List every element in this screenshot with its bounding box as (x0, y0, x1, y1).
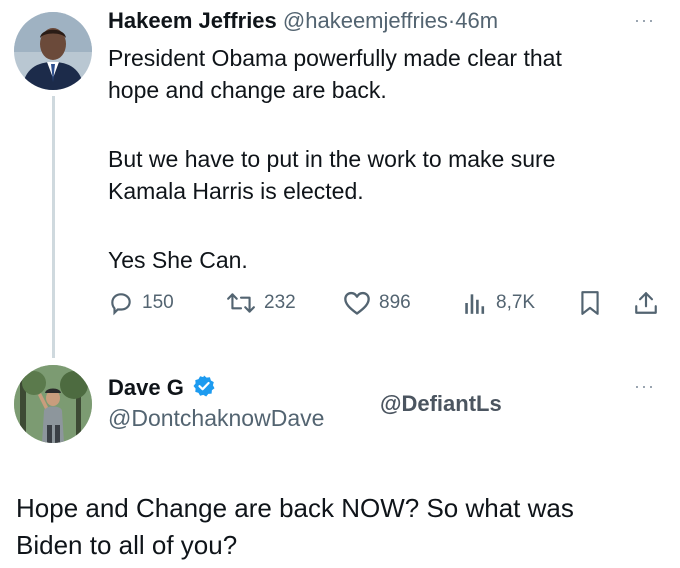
tweet-text-line: Kamala Harris is elected. (108, 178, 364, 204)
tweet2-name-row: Dave G (108, 374, 216, 403)
tweet-time[interactable]: 46m (455, 8, 498, 33)
tweet-text-line: But we have to put in the work to make s… (108, 146, 556, 172)
views-button[interactable]: 8,7K (462, 290, 535, 316)
repost-button[interactable]: 232 (226, 290, 296, 316)
author-handle[interactable]: @hakeemjeffries (283, 8, 448, 33)
share-button[interactable] (633, 290, 659, 316)
bookmark-icon (578, 290, 602, 316)
tweet-text-line: Biden to all of you? (16, 530, 238, 560)
like-button[interactable]: 896 (343, 290, 411, 316)
views-count: 8,7K (496, 292, 536, 313)
tweet2-text: Hope and Change are back NOW? So what wa… (16, 490, 666, 564)
tweet-text-line: President Obama powerfully made clear th… (108, 45, 562, 71)
watermark-handle: @DefiantLs (380, 391, 502, 416)
reply-count: 150 (142, 292, 174, 313)
tweet-text-line: Hope and Change are back NOW? So what wa… (16, 493, 574, 523)
thread-connector-line (52, 96, 55, 358)
author-name[interactable]: Hakeem Jeffries (108, 8, 277, 33)
verified-badge-icon (192, 374, 216, 403)
author-handle[interactable]: @DontchaknowDave (108, 405, 324, 432)
like-icon (343, 290, 371, 316)
share-icon (633, 290, 659, 316)
repost-count: 232 (264, 292, 296, 313)
avatar-dave-g[interactable] (14, 365, 92, 443)
author-name[interactable]: Dave G (108, 375, 184, 400)
views-icon (462, 290, 488, 316)
bookmark-button[interactable] (578, 290, 602, 316)
tweet-text-line: Yes She Can. (108, 247, 248, 273)
repost-icon (226, 290, 256, 316)
reply-icon (108, 290, 134, 316)
reply-button[interactable]: 150 (108, 290, 174, 316)
more-options-icon[interactable]: ··· (634, 10, 655, 31)
tweet1-header: Hakeem Jeffries @hakeemjeffries·46m (108, 8, 498, 34)
more-options-icon[interactable]: ··· (634, 376, 655, 397)
tweet1-text: President Obama powerfully made clear th… (108, 42, 668, 276)
avatar-hakeem-jeffries[interactable] (14, 12, 92, 90)
like-count: 896 (379, 292, 411, 313)
tweet-text-line: hope and change are back. (108, 77, 387, 103)
